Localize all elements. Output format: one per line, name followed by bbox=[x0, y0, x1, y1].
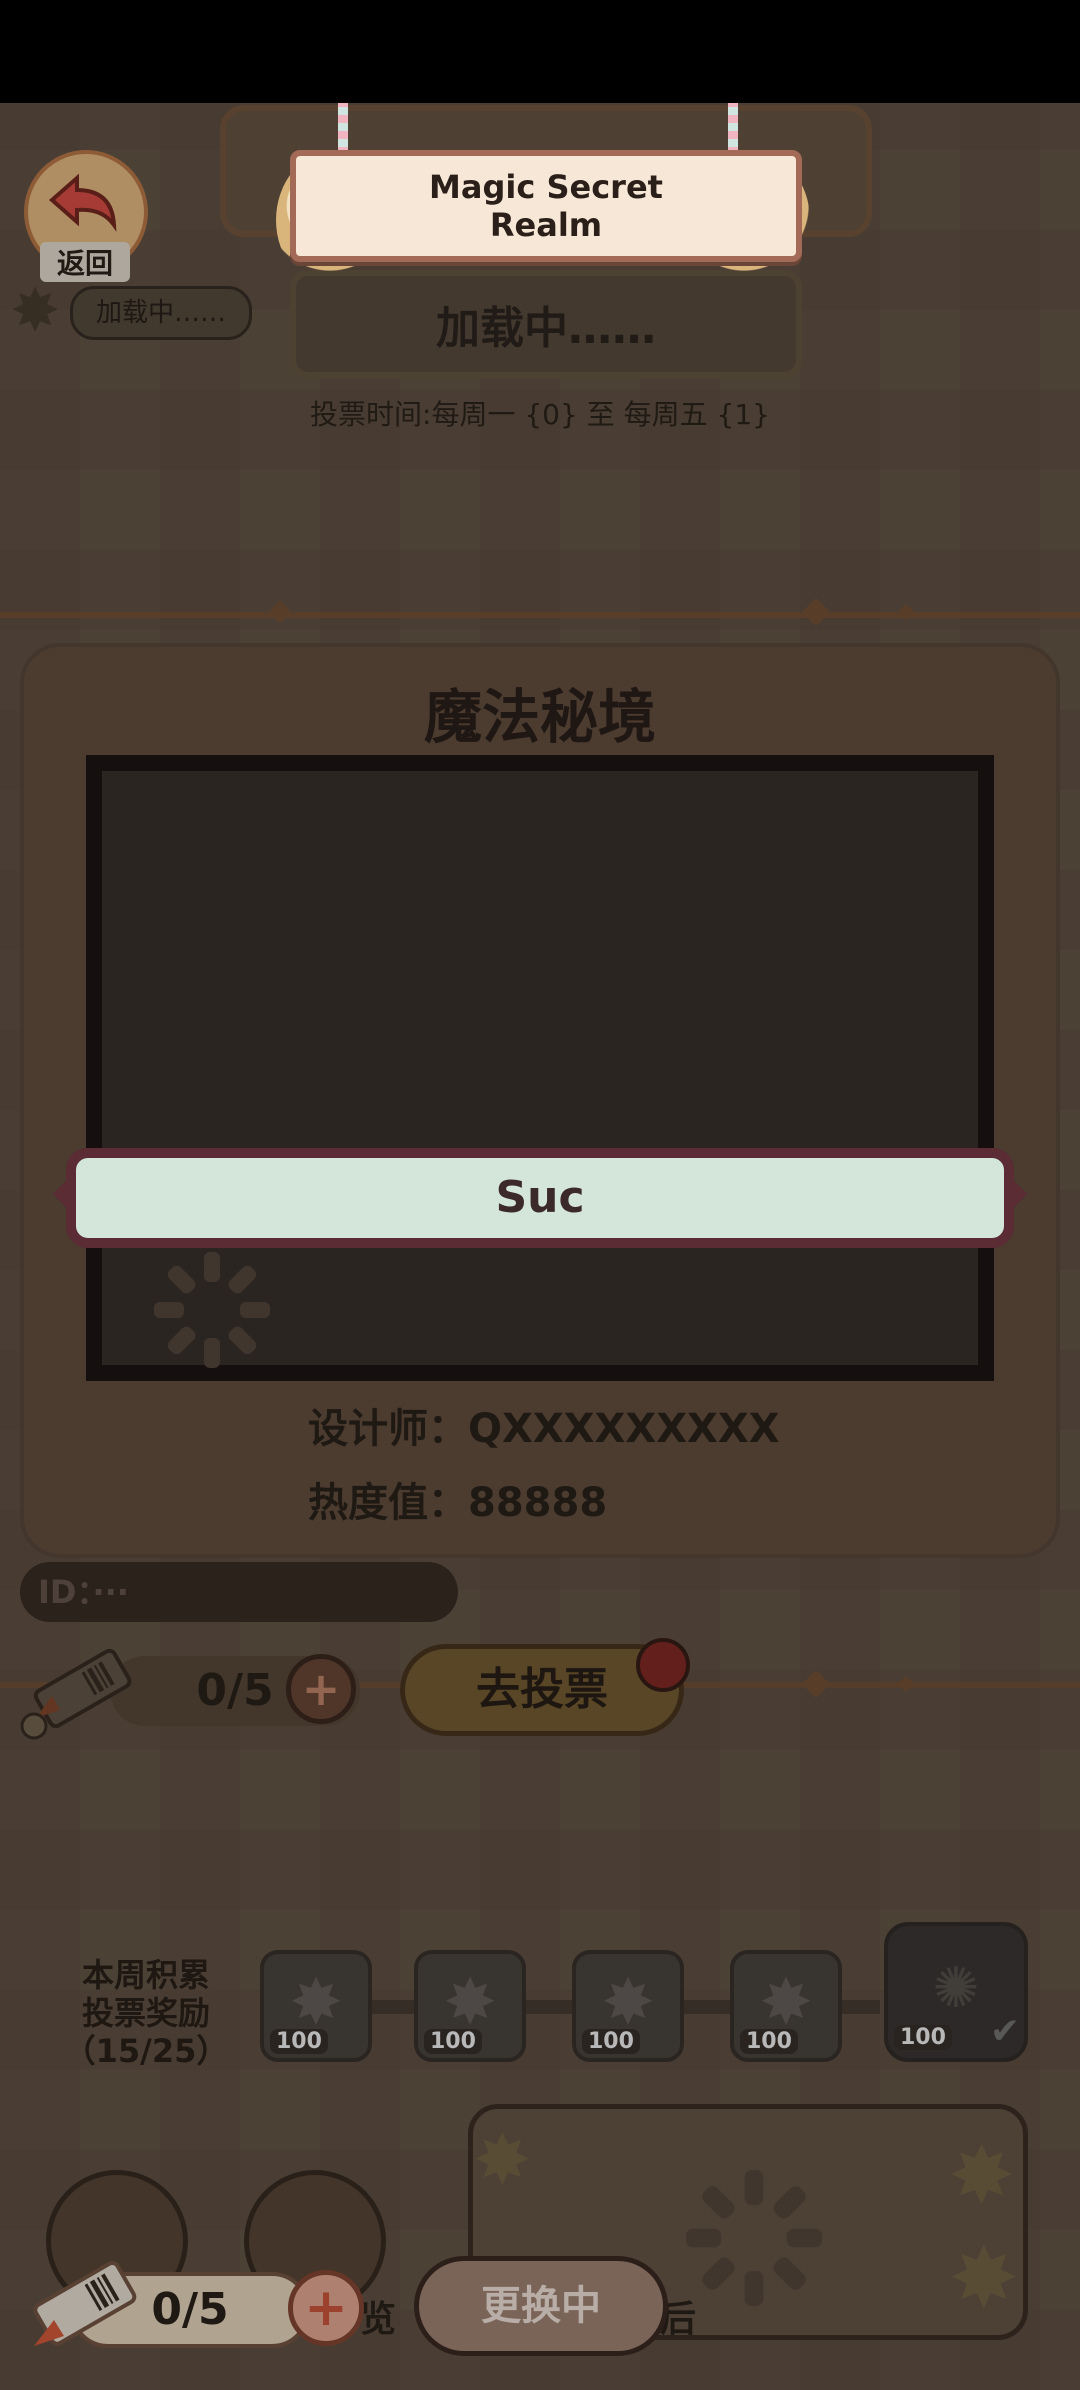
toast-text-top: Suc bbox=[495, 1172, 585, 1223]
theme-name-card: Magic Secret Realm bbox=[290, 150, 802, 262]
toast-message-top: Suc bbox=[66, 1148, 1014, 1248]
theme-name-line2: Realm bbox=[489, 206, 603, 244]
theme-name-line1: Magic Secret bbox=[429, 168, 663, 206]
theme-name: Magic Secret Realm bbox=[296, 156, 796, 256]
